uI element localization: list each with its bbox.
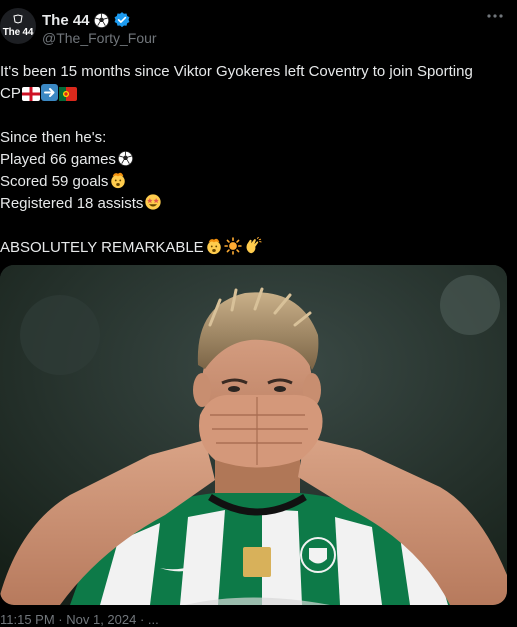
- right-arrow-icon: [40, 84, 58, 101]
- tweet-line-6-text: Registered 18 assists: [0, 195, 144, 212]
- avatar-label: The 44: [2, 27, 34, 38]
- portugal-flag-icon: [58, 87, 77, 101]
- author-name-row[interactable]: The 44: [42, 11, 131, 29]
- sun-icon: [223, 237, 242, 255]
- soccer-ball-icon: [93, 12, 109, 28]
- author-handle[interactable]: @The_Forty_Four: [42, 30, 157, 46]
- player-photo: [0, 265, 507, 605]
- tweet-line-1: It's been 15 months since Viktor Gyokere…: [0, 63, 473, 80]
- tweet-timestamp[interactable]: 11:15 PM · Nov 1, 2024 · ...: [0, 612, 159, 627]
- tweet-line-7-text: ABSOLUTELY REMARKABLE: [0, 239, 204, 256]
- tweet-line-4: Played 66 games: [0, 149, 505, 171]
- mind-blown-emoji-icon: [206, 238, 221, 255]
- mind-blown-emoji-icon: [111, 172, 126, 189]
- more-options-icon[interactable]: [485, 10, 505, 26]
- tweet-text: It's been 15 months since Viktor Gyokere…: [0, 61, 505, 259]
- tweet-line-2: CP: [0, 83, 505, 105]
- verified-badge-icon: [114, 12, 129, 28]
- soccer-ball-icon: [117, 150, 134, 167]
- star-struck-emoji-icon: [145, 194, 162, 210]
- tweet-line-6: Registered 18 assists: [0, 193, 505, 215]
- avatar-logo-icon: [13, 14, 23, 24]
- tweet-line-3: Since then he's:: [0, 129, 107, 146]
- author-avatar[interactable]: The 44: [0, 8, 36, 44]
- england-flag-icon: [21, 87, 40, 101]
- tweet-line-4-text: Played 66 games: [0, 151, 116, 168]
- tweet-line-5: Scored 59 goals: [0, 171, 505, 193]
- tweet-line-5-text: Scored 59 goals: [0, 173, 109, 190]
- tweet-line-2-text: CP: [0, 85, 21, 102]
- author-name[interactable]: The 44: [42, 12, 90, 29]
- tweet-line-7: ABSOLUTELY REMARKABLE: [0, 237, 505, 259]
- clapping-hands-icon: [246, 237, 262, 254]
- tweet-media-photo[interactable]: [0, 265, 507, 605]
